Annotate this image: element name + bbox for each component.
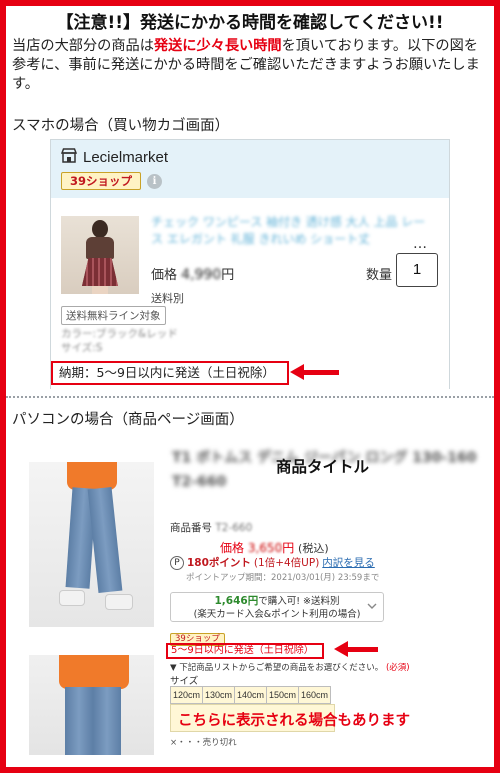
price-value: 4,990 [181, 267, 222, 283]
pc-price-value: 3,650 [247, 541, 283, 555]
size-options: 120cm 130cm 140cm 150cm 160cm [170, 686, 331, 704]
size-option-160[interactable]: 160cm [298, 686, 331, 704]
free-shipping-tag: 送料無料ライン対象 [61, 306, 166, 325]
required-mark: (必須) [385, 663, 410, 673]
section-divider [6, 396, 494, 398]
intro-highlight: 発送に少々長い時間 [153, 38, 282, 54]
size-label: サイズ [170, 676, 199, 687]
sku-label: 商品番号 [170, 522, 212, 534]
points-text: 180ポイント [187, 557, 251, 569]
arrow-left-icon [334, 641, 378, 657]
quantity-label: 数量 [366, 268, 393, 283]
size-option-130[interactable]: 130cm [202, 686, 235, 704]
shop-39-badge: 39ショップ [61, 172, 141, 190]
points-row: P 180ポイント (1倍+4倍UP) 内訳を見る [170, 555, 375, 570]
card-purchase-dropdown[interactable]: 1,646円で購入可! ※送料別 (楽天カード入会&ポイント利用の場合) [170, 592, 384, 622]
purchase-text: で購入可! ※送料別 [258, 596, 340, 607]
chevron-down-icon [367, 600, 377, 613]
intro-text: 当店の大部分の商品は発送に少々長い時間を頂いております。以下の図を参考に、事前に… [12, 37, 488, 94]
store-icon [60, 148, 78, 167]
purchase-condition: (楽天カード入会&ポイント利用の場合) [193, 609, 361, 620]
tax-label: (税込) [298, 542, 329, 555]
more-icon[interactable]: … [413, 236, 427, 252]
shipping-text: 送料別 [151, 292, 184, 305]
note-text: ▼ 下記商品リストからご希望の商品をお選びください。 [170, 663, 384, 673]
variant-color: カラー:ブラック&レッド [61, 328, 178, 340]
quantity-input[interactable]: 1 [396, 253, 438, 287]
headline: 【注意!!】発送にかかる時間を確認してください!! [56, 13, 444, 33]
points-icon: P [170, 555, 184, 570]
pc-price-row: 価格 3,650円 (税込) [220, 539, 329, 556]
shop-header: Lecielmarket 39ショップ i [51, 140, 449, 198]
pc-section-title: パソコンの場合（商品ページ画面） [12, 412, 244, 428]
smartphone-section-title: スマホの場合（買い物カゴ画面） [12, 118, 230, 134]
product-title-label: 商品タイトル [276, 458, 370, 476]
pc-delivery-time-highlight: 5〜9日以内に発送（土日祝除） [166, 643, 324, 659]
pc-price-unit: 円 [282, 541, 295, 555]
points-period: ポイントアップ期間：2021/03/01(月) 23:59まで [186, 573, 380, 583]
store-name: Lecielmarket [83, 149, 169, 166]
smartphone-cart-screenshot: Lecielmarket 39ショップ i チェック ワンピース 袖付き 透け感… [50, 139, 450, 389]
callout-text: こちらに表示される場合もあります [178, 713, 410, 729]
intro-part1: 当店の大部分の商品は [12, 38, 154, 54]
product-sub-image[interactable] [29, 655, 154, 755]
delivery-time-highlight: 納期：5〜9日以内に発送（土日祝除） [51, 361, 289, 385]
info-icon[interactable]: i [147, 174, 162, 189]
size-option-140[interactable]: 140cm [234, 686, 267, 704]
variant-size: サイズ:S [61, 342, 103, 354]
sold-out-note: ×・・・売り切れ [170, 738, 237, 748]
variant-info: カラー:ブラック&レッド サイズ:S [61, 327, 178, 355]
purchase-amount: 1,646円 [214, 595, 259, 607]
points-breakdown-link[interactable]: 内訳を見る [322, 555, 375, 570]
pc-price-label: 価格 [220, 541, 245, 555]
product-thumbnail[interactable] [61, 216, 139, 294]
size-option-150[interactable]: 150cm [266, 686, 299, 704]
product-main-image[interactable] [29, 462, 154, 627]
sku-value: T2-660 [215, 522, 253, 534]
sku-row: 商品番号 T2-660 [170, 520, 252, 535]
size-option-120[interactable]: 120cm [170, 686, 203, 704]
price-label: 価格 [151, 268, 178, 283]
store-logo[interactable]: Lecielmarket [60, 148, 169, 167]
points-detail: (1倍+4倍UP) [253, 557, 320, 569]
arrow-left-icon [290, 364, 339, 380]
price-row: 価格 4,990円 [151, 264, 234, 283]
price-unit: 円 [221, 268, 235, 283]
product-title-link[interactable]: チェック ワンピース 袖付き 透け感 大人 上品 レース エレガント 礼服 きれ… [151, 214, 426, 248]
selection-note: ▼ 下記商品リストからご希望の商品をお選びください。 (必須) [170, 661, 410, 673]
